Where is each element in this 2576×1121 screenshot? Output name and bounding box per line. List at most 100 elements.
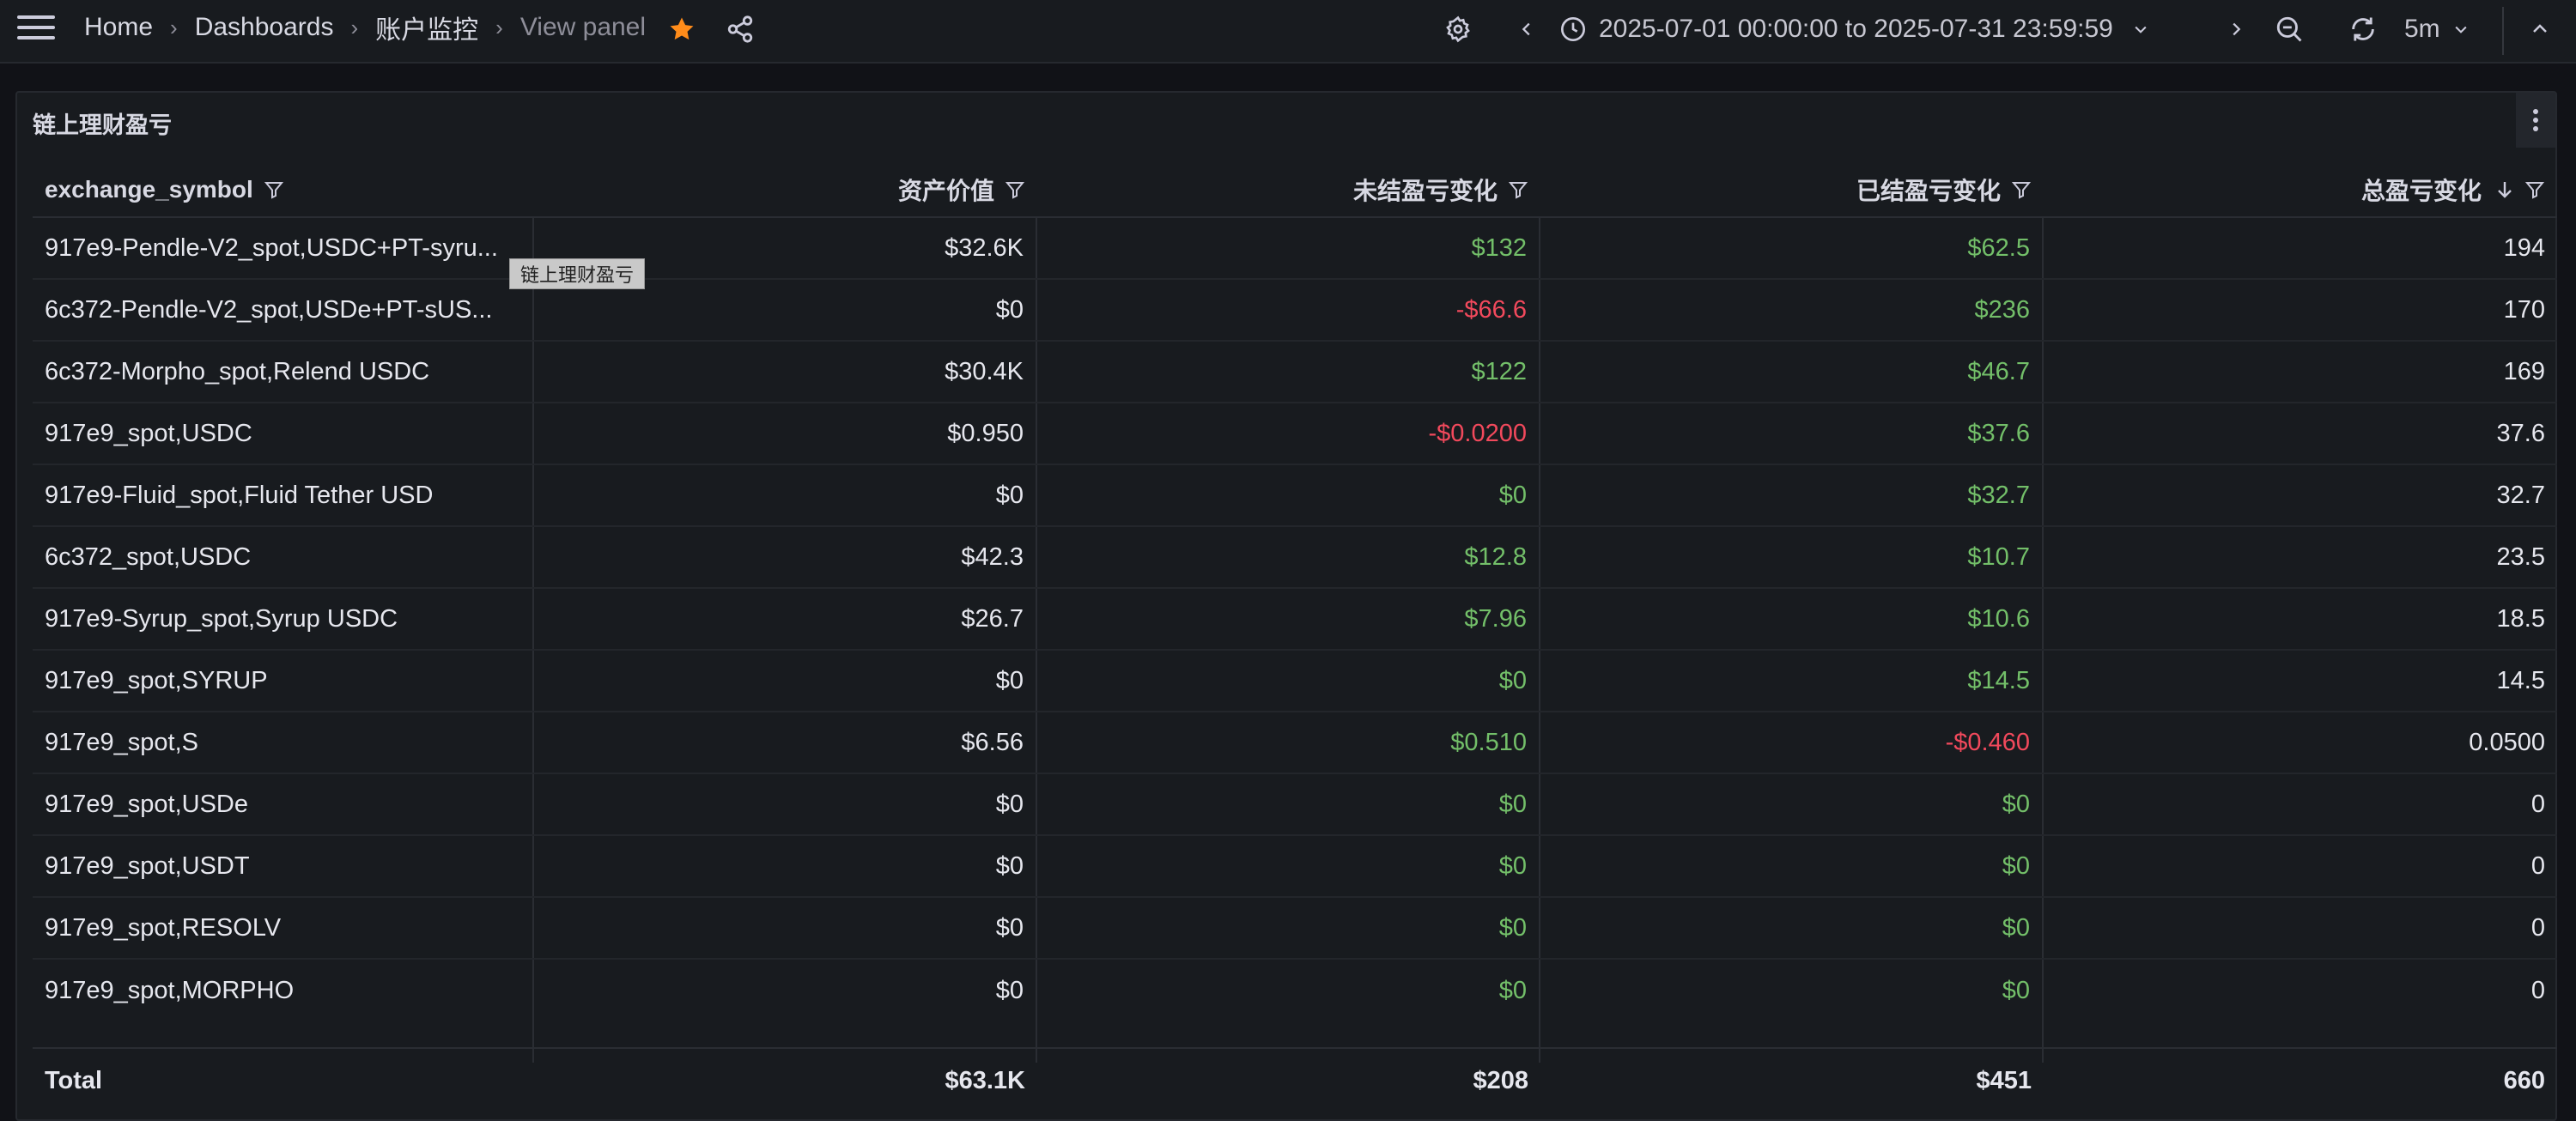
sort-desc-icon[interactable] [2495,179,2514,200]
table-row: 917e9_spot,USDT $0 $0 $0 0 [33,836,2557,898]
refresh-icon[interactable] [2342,10,2384,48]
footer-realized: $451 [1976,1066,2032,1094]
cell-realized-text: -$0.460 [1945,728,2030,756]
cell-total-text: 169 [2503,357,2545,385]
filter-icon[interactable] [264,179,284,200]
cell-total: 32.7 [2044,465,2557,525]
cell-unrealized: $12.8 [1037,527,1540,587]
cell-symbol-text: 917e9-Pendle-V2_spot,USDC+PT-syru... [45,233,498,262]
settings-icon[interactable] [1439,10,1477,48]
cell-symbol-text: 6c372-Pendle-V2_spot,USDe+PT-sUS... [45,295,493,324]
cell-unrealized: $7.96 [1037,589,1540,649]
cell-total-text: 23.5 [2496,542,2545,571]
cell-symbol: 917e9_spot,S [33,712,534,773]
cell-unrealized: $132 [1037,218,1540,278]
footer-total: 660 [2503,1066,2545,1094]
column-header-total[interactable]: 总盈亏变化 [2044,163,2557,216]
cell-total-text: 0 [2530,790,2545,818]
cell-value-text: $0.950 [947,419,1024,447]
cell-symbol-text: 917e9-Fluid_spot,Fluid Tether USD [45,481,434,509]
tooltip: 链上理财盈亏 [509,258,646,289]
chevron-down-icon [2455,26,2467,33]
menu-icon[interactable] [17,15,55,43]
chevron-right-icon: › [495,14,503,40]
breadcrumb-dashboard[interactable]: 账户监控 [375,9,478,46]
column-header-value[interactable]: 资产价值 [534,163,1037,216]
breadcrumb-home[interactable]: Home [84,13,153,42]
top-navbar: Home › Dashboards › 账户监控 › View panel 20… [0,0,2576,64]
cell-unrealized: $0 [1037,960,1540,1021]
chevron-right-icon[interactable] [2219,10,2253,48]
cell-value: $30.4K [534,342,1037,402]
cell-realized-text: $10.6 [1967,604,2030,633]
data-table: exchange_symbol 资产价值 未结盈亏变化 已结盈亏变化 总盈亏变化 [33,163,2557,1063]
cell-value-text: $42.3 [961,542,1024,571]
cell-total-text: 32.7 [2496,481,2545,509]
cell-realized: -$0.460 [1540,712,2044,773]
star-icon[interactable] [663,10,701,48]
cell-realized: $62.5 [1540,218,2044,278]
breadcrumb-dashboards[interactable]: Dashboards [195,13,334,42]
cell-realized: $0 [1540,774,2044,834]
chevron-right-icon: › [350,14,359,40]
cell-symbol: 917e9_spot,MORPHO [33,960,534,1021]
table-header: exchange_symbol 资产价值 未结盈亏变化 已结盈亏变化 总盈亏变化 [33,163,2557,218]
cell-value: $0 [534,836,1037,896]
table-row: 917e9_spot,USDe $0 $0 $0 0 [33,774,2557,836]
cell-value-text: $6.56 [961,728,1024,756]
cell-total-text: 14.5 [2496,666,2545,694]
cell-value: $0 [534,774,1037,834]
share-icon[interactable] [721,10,759,48]
cell-symbol-text: 917e9_spot,USDe [45,790,248,818]
refresh-interval-picker[interactable]: 5m [2404,9,2470,50]
cell-unrealized-text: -$66.6 [1455,295,1527,324]
panel-menu-icon[interactable] [2516,93,2555,148]
cell-value-text: $0 [995,851,1024,880]
breadcrumb-current: View panel [519,13,647,41]
column-header-realized[interactable]: 已结盈亏变化 [1540,163,2044,216]
column-header-label: exchange_symbol [45,176,253,203]
cell-symbol: 917e9-Pendle-V2_spot,USDC+PT-syru... [33,218,534,278]
chevron-left-icon[interactable] [1510,10,1544,48]
cell-symbol: 917e9-Fluid_spot,Fluid Tether USD [33,465,534,525]
time-range-text: 2025-07-01 00:00:00 to 2025-07-31 23:59:… [1599,15,2113,43]
column-header-label: 未结盈亏变化 [1352,178,1498,204]
time-range-picker[interactable]: 2025-07-01 00:00:00 to 2025-07-31 23:59:… [1559,9,2149,50]
cell-total: 194 [2044,218,2557,278]
cell-total-text: 194 [2503,233,2545,262]
cell-total: 23.5 [2044,527,2557,587]
table-row: 917e9_spot,SYRUP $0 $0 $14.5 14.5 [33,651,2557,712]
cell-realized: $0 [1540,836,2044,896]
cell-realized: $10.7 [1540,527,2044,587]
filter-icon[interactable] [1508,179,1528,200]
cell-realized: $0 [1540,960,2044,1021]
cell-symbol: 917e9_spot,RESOLV [33,898,534,958]
cell-value: $6.56 [534,712,1037,773]
cell-total-text: 37.6 [2496,419,2545,447]
cell-realized-text: $14.5 [1967,666,2030,694]
cell-symbol: 917e9-Syrup_spot,Syrup USDC [33,589,534,649]
zoom-out-icon[interactable] [2269,10,2310,48]
cell-symbol-text: 917e9_spot,MORPHO [45,976,295,1004]
column-header-unrealized[interactable]: 未结盈亏变化 [1037,163,1540,216]
cell-unrealized: -$66.6 [1037,280,1540,340]
filter-icon[interactable] [1005,179,1025,200]
chevron-up-icon[interactable] [2521,10,2559,48]
column-header-label: 总盈亏变化 [2360,178,2482,204]
filter-icon[interactable] [2011,179,2032,200]
cell-unrealized-text: $0.510 [1450,728,1527,756]
table-row: 917e9-Fluid_spot,Fluid Tether USD $0 $0 $32… [33,465,2557,527]
cell-symbol: 6c372_spot,USDC [33,527,534,587]
cell-realized-text: $46.7 [1967,357,2030,385]
cell-total: 0 [2044,960,2557,1021]
column-header-symbol[interactable]: exchange_symbol [33,163,534,216]
cell-realized: $14.5 [1540,651,2044,711]
cell-value-text: $0 [995,790,1024,818]
filter-icon[interactable] [2524,179,2545,200]
cell-realized-text: $236 [1974,295,2030,324]
table-row: 6c372-Pendle-V2_spot,USDe+PT-sUS... $0 -$6… [33,280,2557,342]
cell-unrealized: $0 [1037,774,1540,834]
footer-value: $63.1K [945,1066,1025,1094]
cell-total: 18.5 [2044,589,2557,649]
cell-total-text: 170 [2503,295,2545,324]
